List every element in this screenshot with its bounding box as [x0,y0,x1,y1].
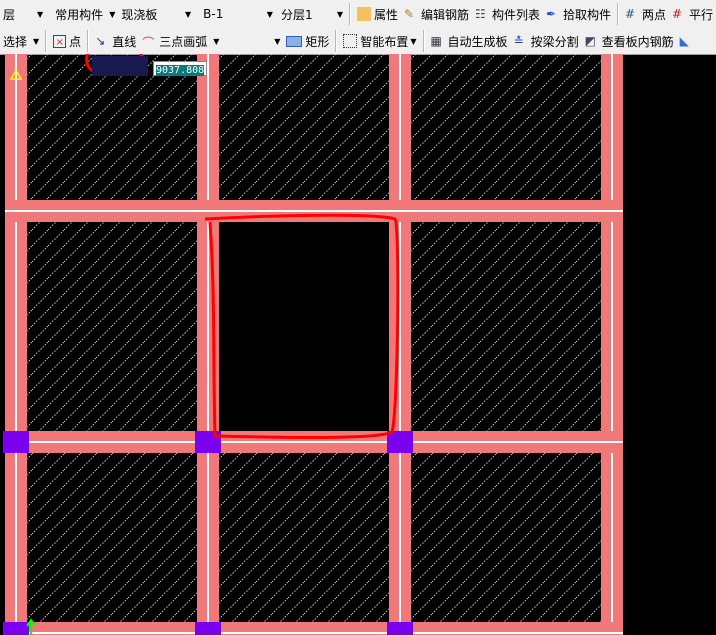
two-point-axis-icon: # [624,7,636,21]
view-slab-rebar-button[interactable]: ◩ 查看板内钢筋 [582,30,677,52]
separator [45,30,48,52]
component-list-button[interactable]: ☷ 构件列表 [472,3,543,25]
smart-layout-icon [343,34,358,48]
button-label: 按梁分割 [530,34,579,49]
two-point-button[interactable]: # 两点 [622,3,669,25]
view-rebar-icon: ◩ [584,34,596,48]
properties-icon [356,7,371,21]
separator [617,3,619,25]
grid-icon: ▦ [430,34,442,48]
button-label: 选择 [3,34,28,49]
arc-icon: ⌒ [142,36,155,50]
more-button[interactable]: ◣ [677,30,700,52]
point-button[interactable]: × 点 [50,30,84,52]
component-dropdown[interactable]: B-1 ▼ [200,3,276,25]
button-label: 编辑钢筋 [420,7,469,22]
component-type-dropdown[interactable]: 常用构件 ▼ [52,3,118,25]
slab-selected [219,222,389,431]
slab [411,453,601,622]
pencil-icon: ✎ [403,7,415,21]
column [387,431,413,453]
pick-component-button[interactable]: ✒ 拾取构件 [543,3,614,25]
separator [335,30,338,52]
parallel-axis-icon: # [671,7,683,21]
edit-rebar-button[interactable]: ✎ 编辑钢筋 [401,3,472,25]
chevron-down-icon: ▼ [410,36,417,46]
line-icon: ↘ [95,34,106,48]
rectangle-button[interactable]: 矩形 [283,30,332,52]
button-label: 两点 [641,7,666,22]
floor-label: 层 [3,7,16,22]
split-by-beam-button[interactable]: ≛ 按梁分割 [511,30,582,52]
chevron-down-icon: ▼ [184,9,192,19]
arc-button[interactable]: ⌒ 三点画弧 ▼ [139,30,265,52]
button-label: 属性 [373,7,398,22]
split-icon: ≛ [513,34,524,48]
column [387,622,413,635]
separator [87,30,90,52]
chevron-down-icon: ▼ [33,36,40,46]
slab [219,54,389,200]
slab [411,222,601,431]
length-input[interactable]: 9037.808 [153,61,208,76]
chevron-down-icon: ▼ [274,36,281,46]
category-value: 现浇板 [121,7,158,22]
component-type-value: 常用构件 [55,7,104,22]
chevron-down-icon: ▼ [336,9,343,19]
chevron-down-icon: ▼ [109,9,116,19]
column [195,431,221,453]
toolbar-row-1: 层 ▼ 常用构件 ▼ 现浇板 ▼ B-1 ▼ 分层1 ▼ 属性 ✎ 编辑钢筋 ☷ 构件列表 ✒… [0,0,716,29]
column [3,431,29,453]
slab [411,54,601,200]
button-label: 矩形 [305,34,330,49]
category-dropdown[interactable]: 现浇板 ▼ [118,3,194,25]
dimension-label-box [92,56,148,76]
separator [422,30,425,52]
button-label: 构件列表 [491,7,540,22]
chevron-down-icon: ▼ [266,9,273,19]
chevron-down-icon: ▼ [213,36,220,46]
toolbar-row-2: 选择 ▼ × 点 ↘ 直线 ⌒ 三点画弧 ▼ ▼ 矩形 智能布置 ▼ ▦ 自动生成板 ≛ 按梁分… [0,28,716,55]
select-button[interactable]: 选择 ▼ [0,30,42,52]
button-label: 平行 [688,7,713,22]
triangle-icon: ◣ [679,34,689,48]
component-value: B-1 [203,7,224,21]
column [195,622,221,635]
separator [348,3,351,25]
drawing-canvas[interactable] [0,54,716,635]
auto-generate-slab-button[interactable]: ▦ 自动生成板 [428,30,511,52]
rectangle-icon [286,35,303,47]
button-label: 自动生成板 [447,34,508,49]
eyedropper-icon: ✒ [545,7,557,21]
parallel-button[interactable]: # 平行 [669,3,716,25]
slab-grid [27,54,601,622]
layer-dropdown[interactable]: 分层1 ▼ [278,3,346,25]
button-label: 拾取构件 [562,7,611,22]
list-icon: ☷ [474,7,486,21]
column [3,622,29,635]
floor-dropdown[interactable]: 层 ▼ [0,3,46,25]
length-value: 9037.808 [156,65,205,76]
button-label: 点 [69,34,82,49]
layer-value: 分层1 [280,7,313,22]
slab [219,453,389,622]
slab [27,222,197,431]
button-label: 查看板内钢筋 [601,34,674,49]
line-button[interactable]: ↘ 直线 [92,30,139,52]
shape-dropdown[interactable]: ▼ [265,30,283,52]
properties-button[interactable]: 属性 [354,3,401,25]
button-label: 三点画弧 [159,34,208,49]
slab [27,453,197,622]
smart-layout-button[interactable]: 智能布置 ▼ [340,30,419,52]
chevron-down-icon: ▼ [37,9,44,19]
button-label: 直线 [112,34,137,49]
button-label: 智能布置 [360,34,409,49]
point-icon: × [53,34,67,48]
